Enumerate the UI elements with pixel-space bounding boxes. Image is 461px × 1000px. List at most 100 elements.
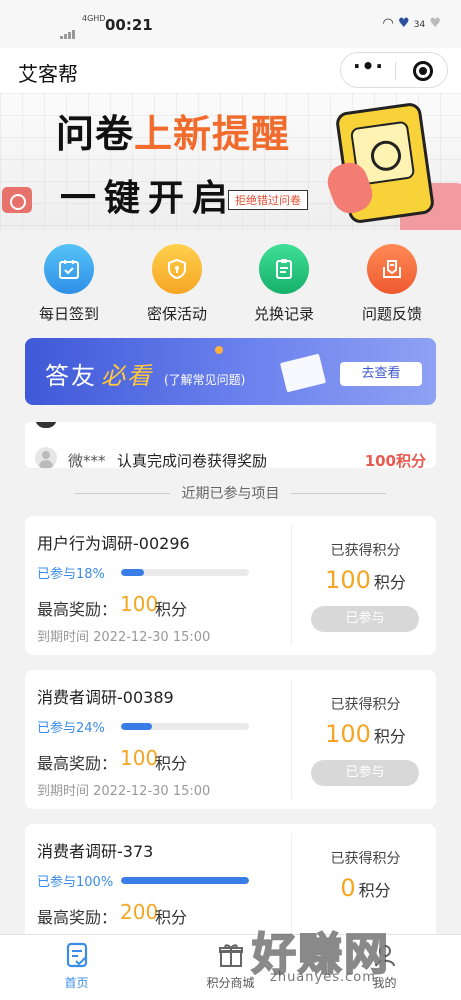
tab-home[interactable]: 首页 — [0, 941, 153, 991]
app-title: 艾客帮 — [18, 62, 78, 86]
quick-action-feedback[interactable]: 问题反馈 — [342, 244, 442, 324]
earned-label: 已获得积分 — [330, 851, 401, 867]
status-bar: 4GHD 00:21 ◠ ♥ 34 ♥ — [0, 0, 461, 48]
project-participation: 已参与18% — [37, 567, 105, 582]
more-icon[interactable]: ·•· — [353, 56, 383, 79]
earned-label: 已获得积分 — [330, 697, 401, 713]
project-expiry: 到期时间 2022-12-30 15:00 — [37, 784, 211, 799]
project-name: 用户行为调研-00296 — [37, 534, 190, 553]
status-time: 00:21 — [105, 16, 153, 34]
heart-icon: ♥ — [397, 16, 410, 31]
tab-label: 我的 — [372, 976, 397, 990]
section-header: 近期已参与项目 — [0, 482, 461, 506]
status-indicators: ◠ ♥ 34 ♥ — [382, 16, 441, 31]
feed-message: 认真完成问卷获得奖励 — [117, 452, 268, 468]
activity-feed: 微*** 认真完成问卷获得奖励 100积分 — [25, 422, 436, 468]
participated-button[interactable]: 已参与 — [311, 606, 419, 632]
earned-value: 100 — [325, 566, 371, 594]
quick-action-label: 兑换记录 — [253, 305, 314, 323]
comet-decoration — [215, 346, 223, 354]
reward-value: 100 — [120, 592, 159, 616]
project-participation: 已参与24% — [37, 721, 105, 736]
progress-fill — [121, 723, 152, 730]
shield-icon — [152, 244, 202, 294]
reward-label: 最高奖励： — [37, 908, 118, 927]
earned-unit: 积分 — [358, 881, 391, 900]
nav-bar: 艾客帮 ·•· — [0, 48, 461, 93]
reward-unit: 积分 — [155, 600, 188, 619]
progress-fill — [121, 877, 249, 884]
close-target-icon[interactable] — [413, 61, 433, 81]
progress-fill — [121, 569, 145, 576]
earned-unit: 积分 — [373, 573, 406, 592]
feed-user: 微*** — [68, 452, 106, 468]
signal-icon — [60, 20, 78, 39]
project-name: 消费者调研-00389 — [37, 688, 174, 707]
reward-label: 最高奖励： — [37, 754, 118, 773]
capsule-divider — [395, 62, 396, 80]
project-expiry: 到期时间 2022-12-30 15:00 — [37, 630, 211, 645]
project-participation: 已参与100% — [37, 875, 114, 890]
progress-bar — [121, 877, 249, 884]
heart-outline-icon: ♥ — [429, 16, 441, 31]
tab-label: 积分商城 — [206, 976, 255, 990]
quick-action-redeem-history[interactable]: 兑换记录 — [234, 244, 334, 324]
tab-label: 首页 — [64, 976, 89, 990]
section-title: 近期已参与项目 — [181, 486, 280, 502]
clipboard-list-icon — [259, 244, 309, 294]
feedback-icon — [367, 244, 417, 294]
earned-score: 100 积分 — [295, 566, 436, 594]
battery-level: 34 — [413, 20, 426, 30]
wifi-icon: ◠ — [382, 16, 394, 31]
user-icon — [371, 941, 399, 969]
earned-unit: 积分 — [373, 727, 406, 746]
project-card[interactable]: 消费者调研-00389 已参与24% 最高奖励： 100 积分 到期时间 202… — [25, 670, 436, 809]
quick-action-label: 密保活动 — [146, 305, 207, 323]
reward-unit: 积分 — [155, 908, 188, 927]
participated-button[interactable]: 已参与 — [311, 760, 419, 786]
quick-action-label: 问题反馈 — [361, 305, 422, 323]
banner-headline: 问卷上新提醒 — [56, 103, 290, 158]
progress-bar — [121, 723, 249, 730]
earned-value: 100 — [325, 720, 371, 748]
divider-line — [291, 493, 386, 494]
feed-avatar-partial — [35, 422, 57, 428]
notice-subtitle: (了解常见问题) — [164, 373, 246, 387]
gift-icon — [217, 941, 245, 969]
view-faq-button[interactable]: 去查看 — [340, 362, 422, 386]
paper-illustration — [279, 353, 327, 393]
quick-action-security[interactable]: 密保活动 — [127, 244, 227, 324]
notice-title-part2: 必看 — [101, 362, 153, 390]
banner-headline-part2: 上新提醒 — [134, 112, 291, 156]
avatar — [35, 447, 57, 468]
banner-headline-part1: 问卷 — [56, 112, 135, 156]
card-divider — [291, 680, 292, 799]
banner-tag: 拒绝错过问卷 — [228, 190, 308, 210]
card-divider — [291, 526, 292, 645]
faq-notice-banner[interactable]: 答友 必看 (了解常见问题) 去查看 — [25, 338, 436, 405]
tab-mine[interactable]: 我的 — [308, 941, 461, 991]
promo-banner[interactable]: 问卷上新提醒 一键开启 拒绝错过问卷 — [0, 93, 461, 230]
banner-subheadline: 一键开启 — [60, 178, 237, 219]
miniapp-capsule: ·•· — [340, 52, 448, 88]
camera-icon — [2, 187, 32, 213]
earned-label: 已获得积分 — [330, 543, 401, 559]
earned-score: 0 积分 — [295, 874, 436, 902]
reward-unit: 积分 — [155, 754, 188, 773]
quick-action-label: 每日签到 — [38, 305, 99, 323]
home-doc-icon — [63, 941, 91, 969]
quick-action-checkin[interactable]: 每日签到 — [19, 244, 119, 324]
quick-actions: 每日签到 密保活动 兑换记录 问题反馈 — [0, 230, 461, 335]
tab-points-mall[interactable]: 积分商城 — [154, 941, 307, 991]
earned-value: 0 — [340, 874, 356, 902]
tab-bar: 首页 积分商城 我的 — [0, 934, 461, 1000]
reward-value: 200 — [120, 900, 159, 924]
reward-label: 最高奖励： — [37, 600, 118, 619]
earned-score: 100 积分 — [295, 720, 436, 748]
network-type: 4GHD — [82, 14, 106, 23]
notice-title-part1: 答友 — [45, 362, 97, 390]
project-name: 消费者调研-373 — [37, 842, 154, 861]
divider-line — [75, 493, 170, 494]
reward-value: 100 — [120, 746, 159, 770]
project-card[interactable]: 用户行为调研-00296 已参与18% 最高奖励： 100 积分 到期时间 20… — [25, 516, 436, 655]
